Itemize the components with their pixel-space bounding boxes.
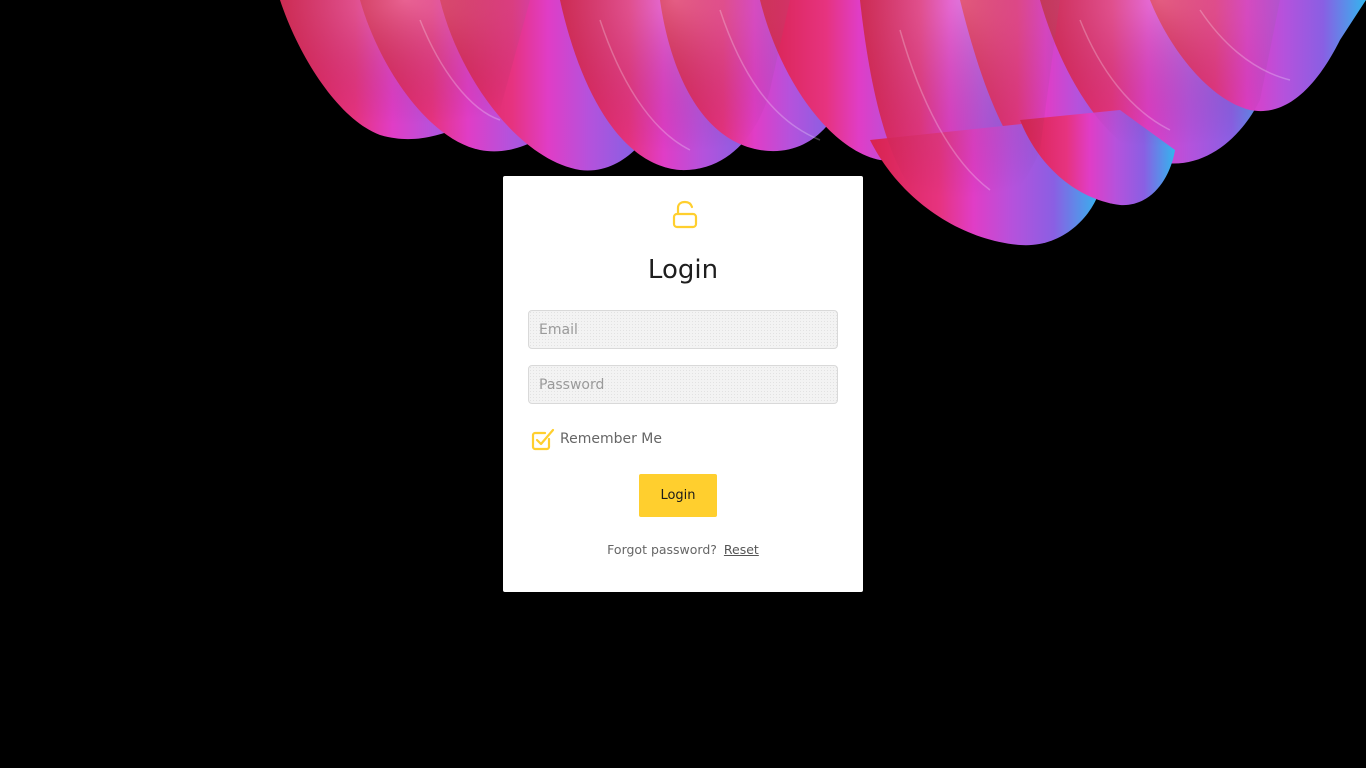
remember-me-label[interactable]: Remember Me xyxy=(560,431,662,447)
unlock-icon xyxy=(672,200,698,229)
password-field[interactable] xyxy=(528,365,838,404)
remember-me-checkbox[interactable]: Remember Me xyxy=(530,427,662,451)
reset-password-link[interactable]: Reset xyxy=(724,542,759,557)
forgot-password-row: Forgot password? Reset xyxy=(503,542,863,557)
page-title: Login xyxy=(647,255,719,285)
email-field[interactable] xyxy=(528,310,838,349)
forgot-password-text: Forgot password? xyxy=(607,542,717,557)
login-card: Login Remember Me Login Forgot password?… xyxy=(503,176,863,592)
login-button[interactable]: Login xyxy=(639,474,717,517)
checkbox-checked-icon[interactable] xyxy=(530,426,556,452)
